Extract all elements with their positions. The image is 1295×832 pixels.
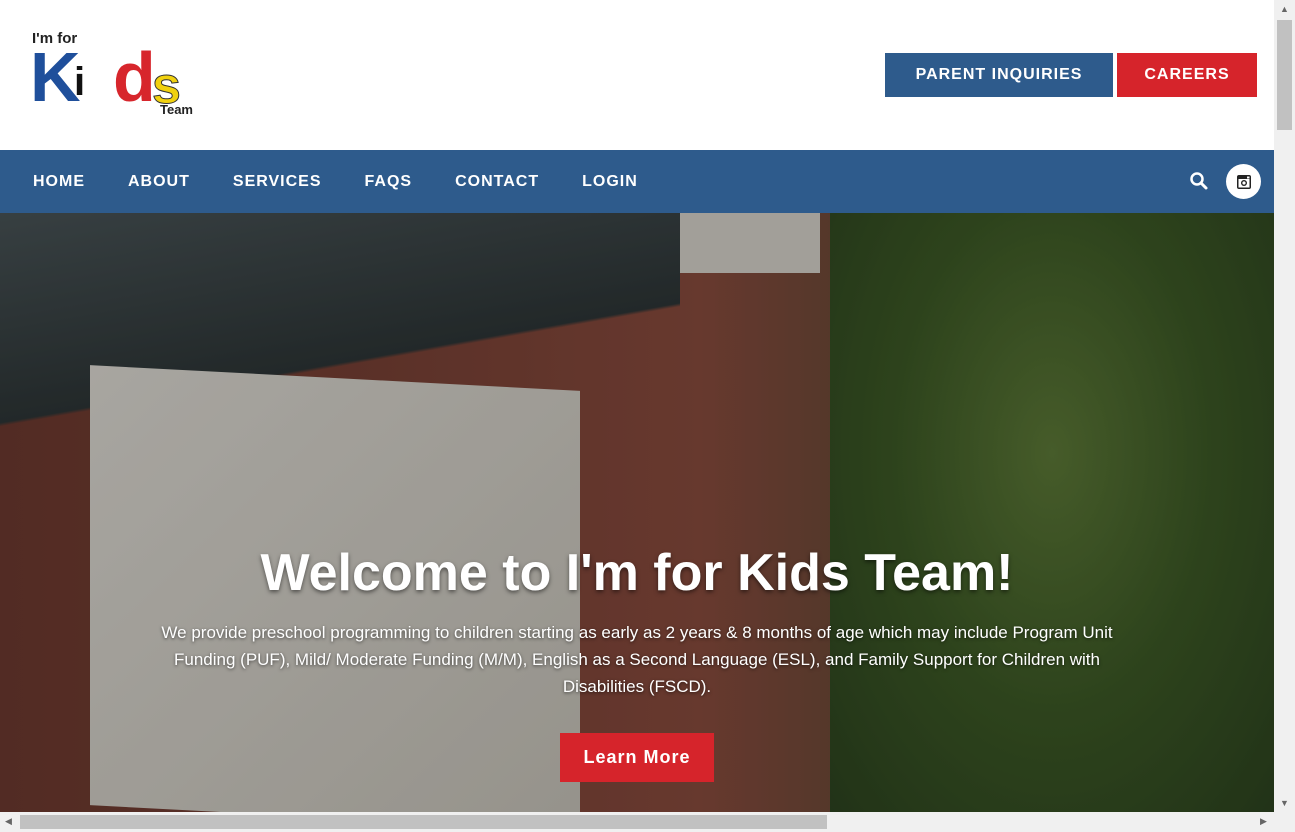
nav-services[interactable]: SERVICES (233, 173, 322, 191)
logo[interactable]: I'm for Ki d s Team (30, 30, 200, 122)
hero-title: Welcome to I'm for Kids Team! (260, 544, 1014, 602)
site-header: I'm for Ki d s Team PARENT INQUIRIES CAREERS (0, 0, 1274, 150)
horizontal-scrollbar[interactable]: ◀ ▶ (0, 812, 1295, 832)
instagram-button[interactable] (1226, 164, 1261, 199)
nav-faqs[interactable]: FAQS (365, 173, 413, 191)
search-icon[interactable] (1189, 171, 1209, 191)
instagram-icon (1236, 174, 1251, 189)
learn-more-button[interactable]: Learn More (560, 733, 714, 782)
vertical-scrollbar[interactable]: ▲ ▼ (1274, 0, 1295, 812)
nav-contact[interactable]: CONTACT (455, 173, 539, 191)
nav-about[interactable]: ABOUT (128, 173, 190, 191)
hero-banner: Welcome to I'm for Kids Team! We provide… (0, 213, 1274, 812)
nav-login[interactable]: LOGIN (582, 173, 638, 191)
careers-button[interactable]: CAREERS (1117, 53, 1257, 97)
main-nav: HOME ABOUT SERVICES FAQS CONTACT LOGIN (0, 150, 1274, 213)
hero-text: We provide preschool programming to chil… (161, 623, 1113, 696)
nav-home[interactable]: HOME (33, 173, 85, 191)
parent-inquiries-button[interactable]: PARENT INQUIRIES (885, 53, 1113, 97)
